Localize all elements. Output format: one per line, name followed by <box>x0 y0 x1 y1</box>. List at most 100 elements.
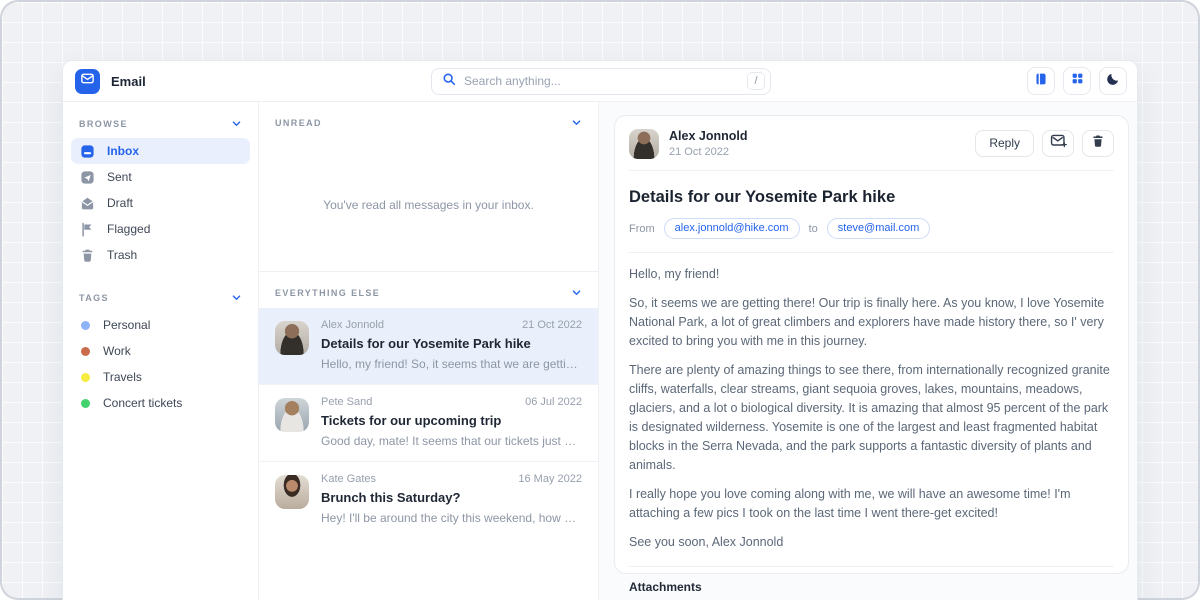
browse-label: BROWSE <box>79 119 128 129</box>
chevron-down-icon[interactable] <box>231 118 242 129</box>
tag-item-concert-tickets[interactable]: Concert tickets <box>71 390 250 416</box>
detail-subject: Details for our Yosemite Park hike <box>629 188 1114 207</box>
sidebar-item-draft[interactable]: Draft <box>71 190 250 216</box>
email-sender: Pete Sand <box>321 396 372 408</box>
reading-pane: Alex Jonnold 21 Oct 2022 Reply <box>599 102 1137 600</box>
app-title: Email <box>111 74 146 89</box>
search-input[interactable] <box>464 74 739 88</box>
app-logo <box>75 69 100 94</box>
list-item-email-3[interactable]: Kate Gates 16 May 2022 Brunch this Satur… <box>259 461 598 538</box>
email-date: 16 May 2022 <box>518 473 582 485</box>
everything-else-section: EVERYTHING ELSE Alex Jonnold 21 Oct 2022… <box>259 271 598 538</box>
everything-else-label: EVERYTHING ELSE <box>275 288 380 298</box>
forward-button[interactable] <box>1042 130 1074 157</box>
email-date: 21 Oct 2022 <box>522 319 582 331</box>
topbar-actions <box>771 67 1127 95</box>
brand: Email <box>73 69 431 94</box>
email-summary: Kate Gates 16 May 2022 Brunch this Satur… <box>321 473 582 525</box>
tag-label: Work <box>103 344 131 358</box>
tag-color-dot <box>81 373 90 382</box>
chevron-down-icon[interactable] <box>231 292 242 303</box>
sidebar-item-inbox[interactable]: Inbox <box>71 138 250 164</box>
search-bar[interactable]: / <box>431 68 771 95</box>
avatar <box>275 398 309 432</box>
tags-section: TAGS Personal Work Travels <box>71 280 250 416</box>
from-address-pill[interactable]: alex.jonnold@hike.com <box>664 218 800 239</box>
sidebar-item-label: Trash <box>107 248 137 262</box>
to-address-pill[interactable]: steve@mail.com <box>827 218 930 239</box>
sidebar-item-trash[interactable]: Trash <box>71 242 250 268</box>
email-preview: Hello, my friend! So, it seems that we a… <box>321 357 582 371</box>
email-date: 06 Jul 2022 <box>525 396 582 408</box>
email-sender: Alex Jonnold <box>321 319 384 331</box>
email-detail-card: Alex Jonnold 21 Oct 2022 Reply <box>614 115 1129 574</box>
email-subject: Details for our Yosemite Park hike <box>321 336 582 351</box>
sidebar-item-label: Draft <box>107 196 133 210</box>
body-paragraph: There are plenty of amazing things to se… <box>629 361 1114 475</box>
detail-actions: Reply <box>975 130 1114 157</box>
everything-else-section-header: EVERYTHING ELSE <box>259 272 598 308</box>
chevron-down-icon[interactable] <box>571 287 582 298</box>
moon-icon <box>1106 72 1120 91</box>
body-paragraph: Hello, my friend! <box>629 265 1114 284</box>
unread-section-header: UNREAD <box>259 102 598 138</box>
from-label: From <box>629 223 655 235</box>
search-icon <box>442 72 456 91</box>
body-paragraph: See you soon, Alex Jonnold <box>629 533 1114 552</box>
sender-info: Alex Jonnold 21 Oct 2022 <box>669 129 965 158</box>
sidebar-item-label: Flagged <box>107 222 150 236</box>
draft-icon <box>80 196 95 211</box>
avatar <box>275 321 309 355</box>
tag-label: Travels <box>103 370 142 384</box>
tags-label: TAGS <box>79 293 109 303</box>
sidebar-item-label: Sent <box>107 170 132 184</box>
list-item-email-2[interactable]: Pete Sand 06 Jul 2022 Tickets for our up… <box>259 384 598 461</box>
apps-button[interactable] <box>1063 67 1091 95</box>
attachments-section: Attachments videos-hike.zip <box>629 566 1114 600</box>
list-item-email-1[interactable]: Alex Jonnold 21 Oct 2022 Details for our… <box>259 308 598 384</box>
email-body: Hello, my friend! So, it seems we are ge… <box>629 253 1114 562</box>
unread-label: UNREAD <box>275 118 322 128</box>
sent-icon <box>80 170 95 185</box>
to-label: to <box>809 223 818 235</box>
from-to-line: From alex.jonnold@hike.com to steve@mail… <box>629 218 1114 253</box>
detail-date: 21 Oct 2022 <box>669 146 965 158</box>
tag-item-work[interactable]: Work <box>71 338 250 364</box>
search-shortcut-badge: / <box>747 72 765 90</box>
body-paragraph: So, it seems we are getting there! Our t… <box>629 294 1114 351</box>
main-content: BROWSE Inbox Sent <box>63 102 1137 600</box>
delete-button[interactable] <box>1082 130 1114 157</box>
avatar <box>275 475 309 509</box>
browse-section-header: BROWSE <box>71 106 250 138</box>
flag-icon <box>80 222 95 237</box>
sidebar-item-flagged[interactable]: Flagged <box>71 216 250 242</box>
addressbook-button[interactable] <box>1027 67 1055 95</box>
tag-item-personal[interactable]: Personal <box>71 312 250 338</box>
envelope-plus-icon <box>1050 133 1067 153</box>
email-preview: Hey! I'll be around the city this weeken… <box>321 511 582 525</box>
grid-icon <box>1071 72 1084 90</box>
tag-color-dot <box>81 321 90 330</box>
sidebar-item-label: Inbox <box>107 144 139 158</box>
tag-color-dot <box>81 399 90 408</box>
trash-icon <box>1091 134 1105 153</box>
mail-list-column: UNREAD You've read all messages in your … <box>259 102 599 600</box>
tag-label: Personal <box>103 318 150 332</box>
detail-sender-name: Alex Jonnold <box>669 129 965 143</box>
trash-icon <box>80 248 95 263</box>
detail-header: Alex Jonnold 21 Oct 2022 Reply <box>629 116 1114 171</box>
tag-color-dot <box>81 347 90 356</box>
reply-button[interactable]: Reply <box>975 130 1034 157</box>
envelope-icon <box>80 71 95 91</box>
tags-section-header: TAGS <box>71 280 250 312</box>
chevron-down-icon[interactable] <box>571 117 582 128</box>
email-app-window: Email / <box>62 60 1138 600</box>
search-area: / <box>431 68 771 95</box>
email-summary: Pete Sand 06 Jul 2022 Tickets for our up… <box>321 396 582 448</box>
email-sender: Kate Gates <box>321 473 376 485</box>
email-preview: Good day, mate! It seems that our ticket… <box>321 434 582 448</box>
unread-empty-message: You've read all messages in your inbox. <box>259 138 598 271</box>
sidebar-item-sent[interactable]: Sent <box>71 164 250 190</box>
tag-item-travels[interactable]: Travels <box>71 364 250 390</box>
darkmode-button[interactable] <box>1099 67 1127 95</box>
